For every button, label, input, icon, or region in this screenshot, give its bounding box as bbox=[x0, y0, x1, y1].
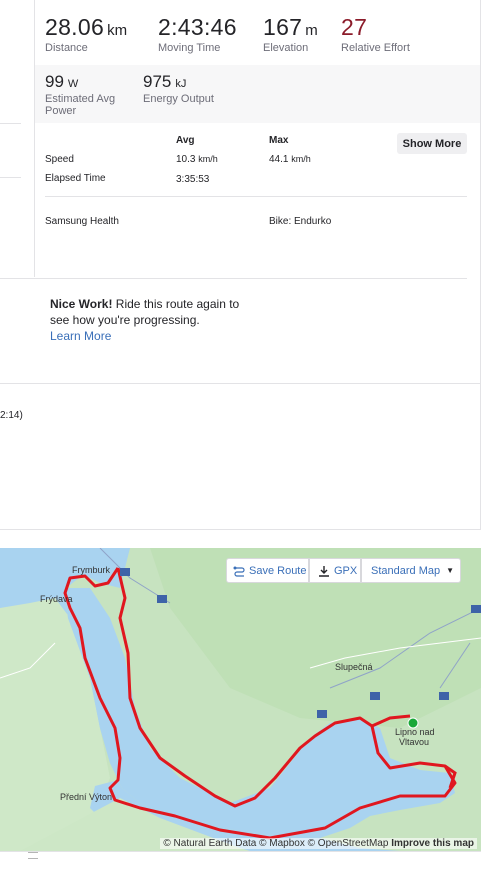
place-label: Frymburk bbox=[72, 565, 110, 575]
map-resize-handle-icon[interactable] bbox=[28, 852, 38, 859]
stat-unit: km bbox=[107, 22, 128, 39]
speed-max-value: 44.1 bbox=[269, 154, 289, 165]
left-divider bbox=[0, 177, 21, 178]
place-label: Přední Výton bbox=[60, 792, 113, 802]
speed-max-unit: km/h bbox=[291, 154, 311, 164]
gpx-button[interactable]: GPX bbox=[309, 558, 361, 583]
left-divider bbox=[0, 123, 21, 124]
route-map[interactable]: Frymburk Frýdava Slupečná Lipno nad Vlta… bbox=[0, 548, 481, 851]
place-label: Vltavou bbox=[399, 737, 430, 747]
stat-label: Energy Output bbox=[143, 93, 214, 105]
speed-avg-value: 10.3 bbox=[176, 154, 196, 165]
route-icon bbox=[233, 566, 245, 577]
place-label: Frýdava bbox=[40, 594, 73, 604]
attribution-text[interactable]: © Natural Earth Data © Mapbox © OpenStre… bbox=[163, 838, 388, 849]
stat-value: 167 bbox=[263, 14, 303, 40]
stat-value: 28.06 bbox=[45, 14, 105, 40]
show-more-button[interactable]: Show More bbox=[397, 133, 467, 154]
map-bottom-border bbox=[0, 851, 481, 852]
save-route-label: Save Route bbox=[249, 564, 307, 577]
stat-unit: kJ bbox=[175, 78, 187, 90]
stat-value: 27 bbox=[341, 14, 368, 40]
column-header-max: Max bbox=[269, 135, 289, 146]
column-header-avg: Avg bbox=[176, 135, 195, 146]
section-divider bbox=[0, 278, 467, 279]
chevron-down-icon: ▼ bbox=[446, 566, 455, 575]
left-panel-edge bbox=[34, 0, 35, 277]
stat-label: Estimated Avg Power bbox=[45, 93, 116, 117]
speed-avg: 10.3 km/h bbox=[176, 154, 218, 165]
download-icon bbox=[319, 565, 329, 577]
stat-moving-time: 2:43:46 Moving Time bbox=[158, 14, 237, 54]
stat-energy-output: 975 kJ Energy Output bbox=[143, 72, 214, 105]
stat-avg-power: 99 W Estimated Avg Power bbox=[45, 72, 135, 117]
map-attribution: © Natural Earth Data © Mapbox © OpenStre… bbox=[160, 838, 477, 849]
nice-work-bold: Nice Work! bbox=[50, 297, 113, 311]
stat-value: 99 bbox=[45, 72, 64, 91]
place-label: Slupečná bbox=[335, 662, 373, 672]
stat-value: 975 bbox=[143, 72, 172, 91]
nice-work-message: Nice Work! Ride this route again to see … bbox=[50, 296, 240, 344]
section-divider bbox=[0, 529, 481, 530]
learn-more-link[interactable]: Learn More bbox=[50, 328, 240, 344]
section-divider bbox=[0, 383, 481, 384]
stat-distance: 28.06 km Distance bbox=[45, 14, 127, 54]
stat-unit: W bbox=[67, 78, 79, 90]
row-label-speed: Speed bbox=[45, 154, 74, 165]
stat-elevation: 167 m Elevation bbox=[263, 14, 318, 54]
stat-label: Moving Time bbox=[158, 42, 221, 54]
map-type-label: Standard Map bbox=[371, 564, 441, 577]
stat-label: Distance bbox=[45, 42, 88, 54]
stat-value: 2:43:46 bbox=[158, 14, 237, 40]
gpx-label: GPX bbox=[334, 564, 358, 577]
place-label: Lipno nad bbox=[395, 727, 435, 737]
save-route-button[interactable]: Save Route bbox=[226, 558, 309, 583]
stat-relative-effort[interactable]: 27 Relative Effort bbox=[341, 14, 410, 54]
stat-label: Elevation bbox=[263, 42, 309, 54]
speed-avg-unit: km/h bbox=[198, 154, 218, 164]
map-type-dropdown[interactable]: Standard Map ▼ bbox=[361, 558, 461, 583]
stat-unit: m bbox=[305, 22, 318, 39]
improve-map-link[interactable]: Improve this map bbox=[391, 838, 474, 849]
device-name: Samsung Health bbox=[45, 216, 119, 227]
speed-max: 44.1 km/h bbox=[269, 154, 311, 165]
bike-name: Bike: Endurko bbox=[269, 216, 332, 227]
row-label-elapsed-time: Elapsed Time bbox=[45, 173, 106, 184]
stat-label: Relative Effort bbox=[341, 42, 410, 54]
divider bbox=[45, 196, 467, 197]
right-panel-edge bbox=[480, 0, 481, 530]
partial-text: 2:14) bbox=[0, 410, 23, 421]
elapsed-time-value: 3:35:53 bbox=[176, 174, 210, 185]
